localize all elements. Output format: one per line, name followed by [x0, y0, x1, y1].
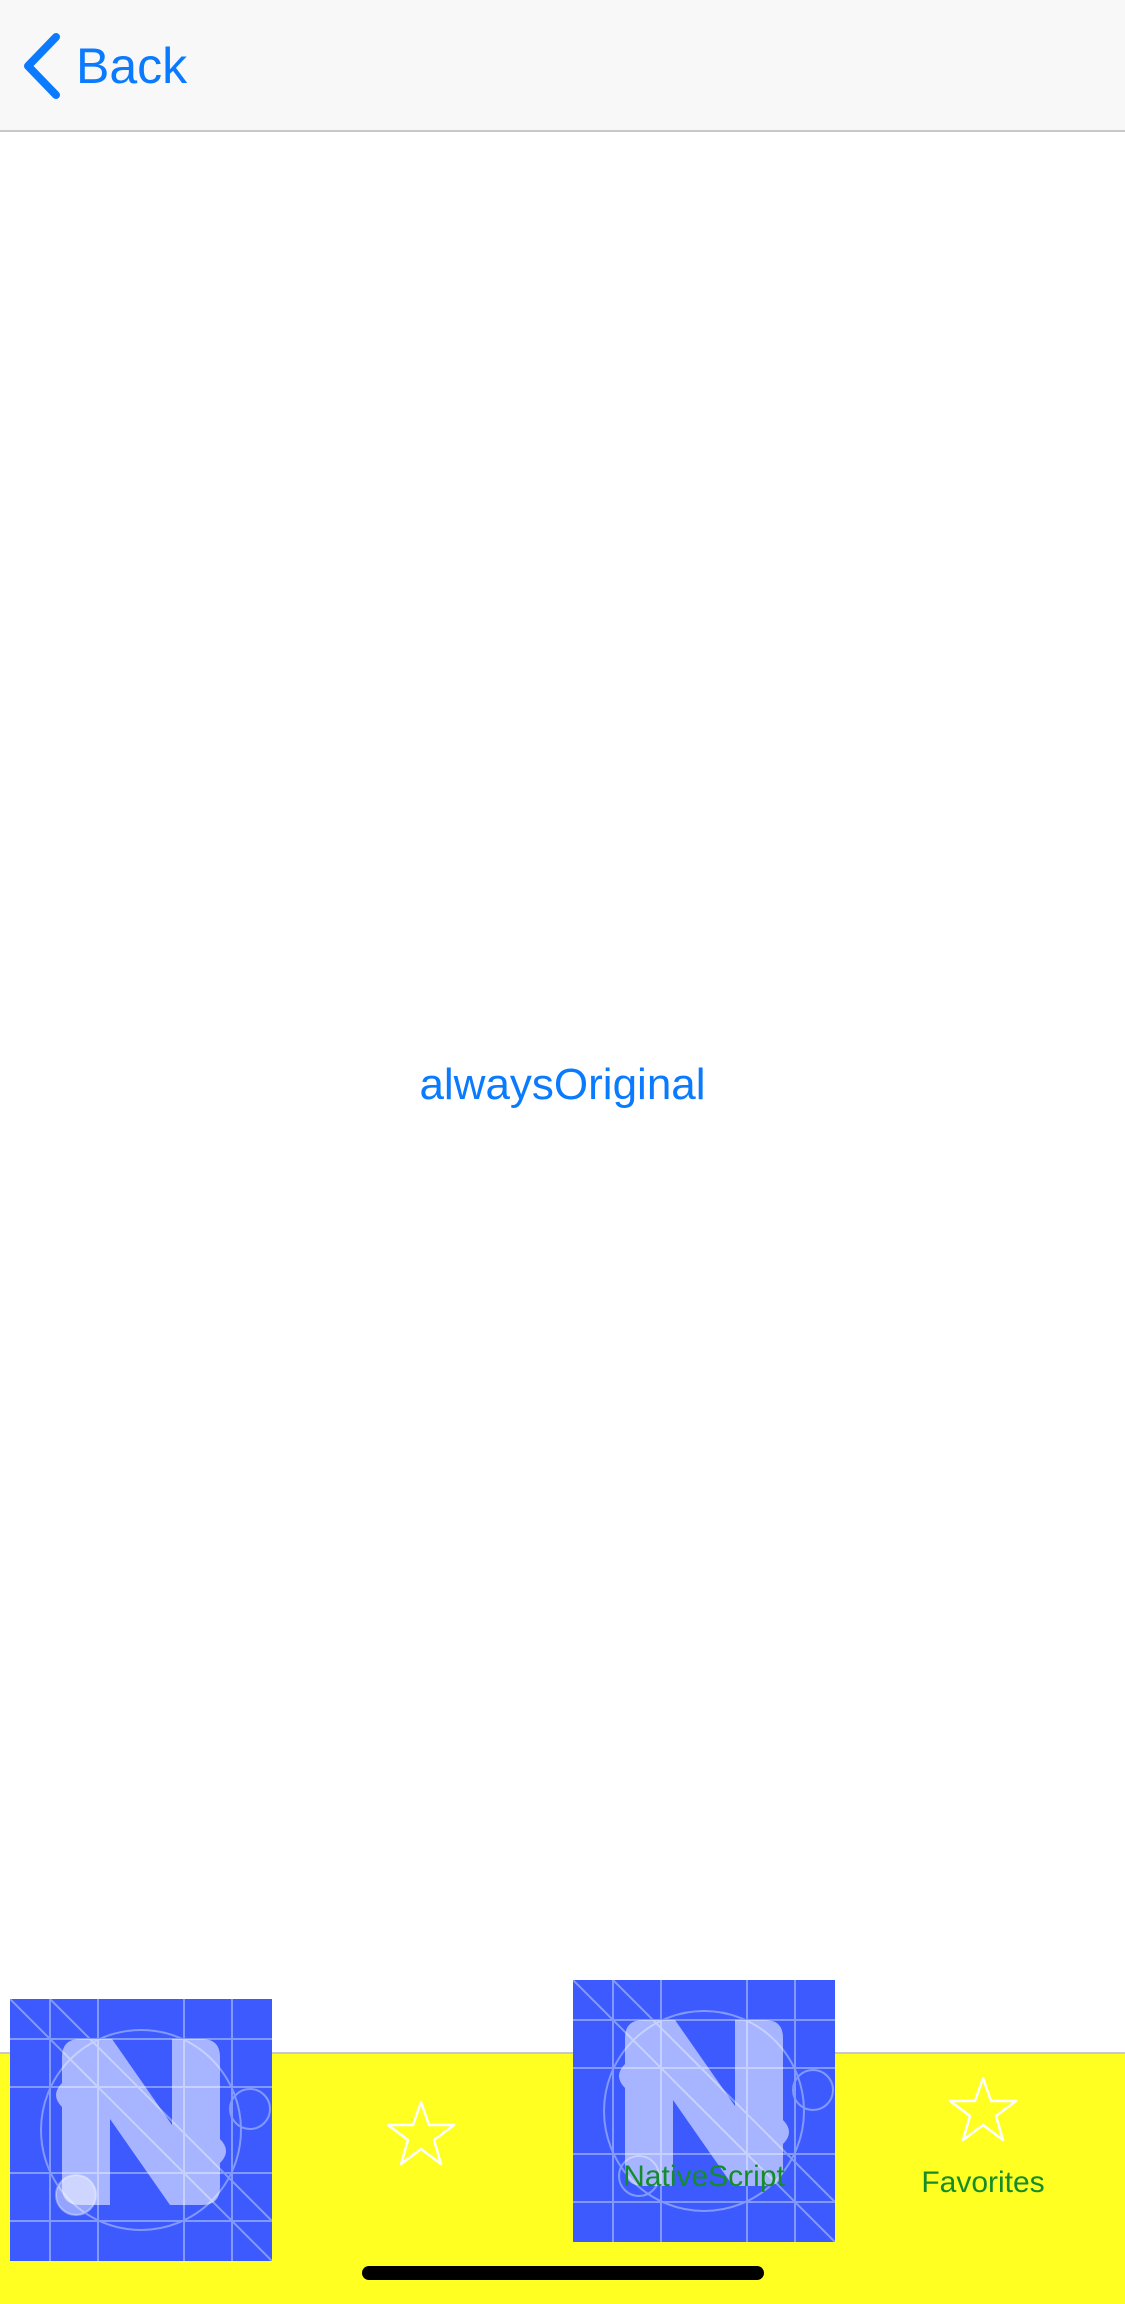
screen: Back alwaysOriginal NativeScript Favorit…: [0, 0, 1125, 2304]
navigation-bar: Back: [0, 0, 1125, 132]
center-label: alwaysOriginal: [419, 1060, 706, 1109]
nativescript-logo-icon: [10, 1999, 272, 2261]
star-icon: [948, 2076, 1018, 2142]
tab-favorites[interactable]: Favorites: [900, 2076, 1066, 2200]
tab-nativescript-image[interactable]: [10, 1999, 272, 2261]
chevron-left-icon: [22, 33, 62, 99]
tab-nativescript[interactable]: NativeScript: [573, 1980, 835, 2242]
home-indicator[interactable]: [362, 2266, 764, 2280]
back-button[interactable]: Back: [22, 28, 187, 104]
star-icon: [386, 2100, 456, 2166]
tab-label-nativescript: NativeScript: [623, 2160, 785, 2193]
nativescript-logo-icon: [573, 1980, 835, 2242]
tab-star[interactable]: [360, 2090, 480, 2190]
back-label: Back: [76, 38, 188, 94]
tab-label-favorites: Favorites: [921, 2166, 1045, 2199]
